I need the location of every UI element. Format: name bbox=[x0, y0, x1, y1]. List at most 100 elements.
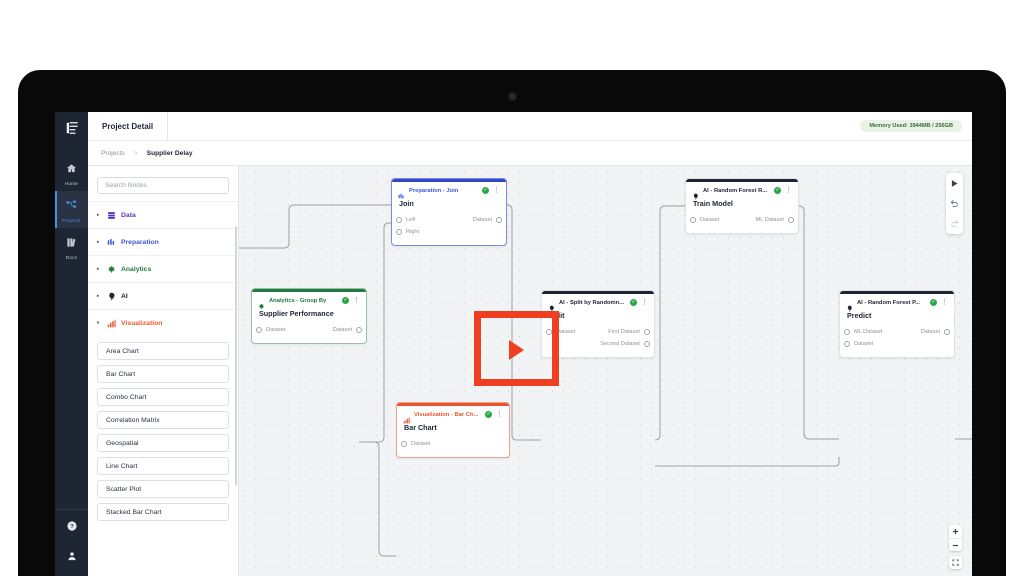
output-port-label: Second Dataset bbox=[600, 341, 640, 347]
palette-node-correlation-matrix[interactable]: Correlation Matrix bbox=[97, 411, 229, 429]
node-menu-button[interactable]: ⋮ bbox=[496, 411, 503, 418]
zoom-group bbox=[949, 525, 962, 551]
search-input[interactable] bbox=[97, 177, 229, 194]
port-row: Dataset Dataset bbox=[256, 324, 362, 336]
input-port-label: Dataset bbox=[854, 341, 874, 347]
palette-scrollbar[interactable] bbox=[234, 226, 237, 486]
node-ports: Left Dataset Right bbox=[392, 214, 506, 245]
breadcrumb: Projects > Supplier Delay bbox=[88, 141, 972, 166]
input-port-dataset[interactable] bbox=[844, 341, 850, 347]
palette-node-scatter-plot[interactable]: Scatter Plot bbox=[97, 480, 229, 498]
memory-status-badge: Memory Used: 3944MB / 256GB bbox=[860, 120, 962, 132]
node-menu-button[interactable]: ⋮ bbox=[941, 299, 948, 306]
palette-node-bar-chart[interactable]: Bar Chart bbox=[97, 365, 229, 383]
run-button[interactable] bbox=[949, 178, 960, 189]
rail-bottom-group: ? bbox=[55, 509, 88, 576]
output-port-dataset[interactable] bbox=[944, 329, 950, 335]
palette-node-combo-chart[interactable]: Combo Chart bbox=[97, 388, 229, 406]
sidebar-item-home[interactable]: Home bbox=[55, 154, 88, 191]
node-menu-button[interactable]: ⋮ bbox=[353, 297, 360, 304]
output-port-ml-dataset[interactable] bbox=[788, 217, 794, 223]
palette-node-label: Bar Chart bbox=[106, 370, 136, 378]
workflow-node-supplier-performance[interactable]: Analytics - Group By ✓ ⋮ Supplier Perfor… bbox=[251, 288, 367, 344]
user-icon[interactable] bbox=[67, 548, 77, 566]
webcam-icon bbox=[507, 92, 517, 101]
palette-category-data[interactable]: ▸ Data bbox=[88, 201, 238, 228]
input-port-dataset[interactable] bbox=[256, 327, 262, 333]
workflow-node-join[interactable]: Preparation - Join ✓ ⋮ Join Left Dataset… bbox=[391, 178, 507, 246]
fit-to-screen-button[interactable] bbox=[949, 556, 962, 569]
palette-node-label: Stacked Bar Chart bbox=[106, 508, 162, 516]
node-menu-button[interactable]: ⋮ bbox=[493, 187, 500, 194]
play-triangle-icon bbox=[509, 340, 524, 360]
palette-category-ai[interactable]: ▸ AI bbox=[88, 282, 238, 309]
node-ports: Dataset Dataset bbox=[252, 324, 366, 343]
category-list: ▸ Data ▸ Preparation ▸ Analytics ▸ AI ▾ Visualiza… bbox=[88, 201, 238, 576]
output-port-first-dataset[interactable] bbox=[644, 329, 650, 335]
connection-wires bbox=[239, 204, 972, 557]
columns-icon bbox=[398, 187, 405, 199]
bars-icon bbox=[403, 411, 410, 424]
chevron-right-icon[interactable]: ▸ bbox=[97, 293, 102, 299]
workflow-node-train-model[interactable]: AI - Random Forest R... ✓ ⋮ Train Model … bbox=[685, 178, 799, 234]
node-ports: Dataset bbox=[397, 438, 509, 457]
memory-badge-wrap: Memory Used: 3944MB / 256GB bbox=[860, 112, 972, 140]
palette-category-visualization[interactable]: ▾ Visualization bbox=[88, 309, 238, 336]
top-bar: Project Detail Memory Used: 3944MB / 256… bbox=[88, 112, 972, 141]
output-port-second-dataset[interactable] bbox=[644, 341, 650, 347]
sidebar-item-projects[interactable]: Projects bbox=[55, 191, 88, 228]
workflow-node-bar-chart[interactable]: Visualization - Bar Ch... ✓ ⋮ Bar Chart … bbox=[396, 402, 510, 458]
output-port-dataset[interactable] bbox=[356, 327, 362, 333]
input-port-ml-dataset[interactable] bbox=[844, 329, 850, 335]
workflow-canvas[interactable]: Preparation - Join ✓ ⋮ Join Left Dataset… bbox=[239, 166, 972, 576]
node-title: Supplier Performance bbox=[259, 309, 334, 318]
node-header: AI - Split by Randomn... ✓ ⋮ bbox=[542, 294, 654, 312]
input-port-label: Left bbox=[406, 217, 416, 223]
canvas-run-toolbar bbox=[946, 173, 963, 234]
input-port-dataset[interactable] bbox=[690, 217, 696, 223]
tab-project-detail[interactable]: Project Detail bbox=[88, 112, 169, 140]
annotation-highlight-box bbox=[474, 311, 559, 386]
palette-node-label: Geospatial bbox=[106, 439, 139, 447]
palette-category-label: Analytics bbox=[121, 265, 152, 273]
node-menu-button[interactable]: ⋮ bbox=[785, 187, 792, 194]
input-port-label: ML Dataset bbox=[854, 329, 883, 335]
palette-category-label: Visualization bbox=[121, 319, 163, 327]
workflow-node-predict[interactable]: AI - Random Forest P... ✓ ⋮ Predict ML D… bbox=[839, 290, 955, 358]
breadcrumb-projects[interactable]: Projects bbox=[101, 150, 125, 157]
output-port-dataset[interactable] bbox=[496, 217, 502, 223]
palette-node-line-chart[interactable]: Line Chart bbox=[97, 457, 229, 475]
chevron-right-icon[interactable]: ▸ bbox=[97, 266, 102, 272]
palette-node-label: Correlation Matrix bbox=[106, 416, 160, 424]
chevron-right-icon[interactable]: ▸ bbox=[97, 212, 102, 218]
sidebar-item-docs[interactable]: Docs bbox=[55, 228, 88, 265]
bars-icon bbox=[107, 319, 116, 328]
zoom-in-button[interactable] bbox=[949, 525, 962, 538]
palette-node-list: Area Chart Bar Chart Combo Chart Correlatio… bbox=[88, 336, 238, 521]
input-port-dataset[interactable] bbox=[401, 441, 407, 447]
app-logo-icon[interactable] bbox=[65, 121, 79, 140]
zoom-out-button[interactable] bbox=[949, 538, 962, 551]
help-icon[interactable]: ? bbox=[66, 518, 77, 536]
chevron-right-icon[interactable]: ▸ bbox=[97, 239, 102, 245]
palette-node-stacked-bar-chart[interactable]: Stacked Bar Chart bbox=[97, 503, 229, 521]
palette-category-analytics[interactable]: ▸ Analytics bbox=[88, 255, 238, 282]
palette-node-area-chart[interactable]: Area Chart bbox=[97, 342, 229, 360]
input-port-left[interactable] bbox=[396, 217, 402, 223]
screen: Home Projects Docs ? Project Detail Memo… bbox=[55, 112, 972, 576]
node-title: Join bbox=[399, 199, 414, 208]
svg-text:?: ? bbox=[70, 524, 74, 530]
port-row: ML Dataset Dataset bbox=[844, 326, 950, 338]
breadcrumb-current: Supplier Delay bbox=[146, 149, 193, 157]
undo-button[interactable] bbox=[949, 198, 960, 209]
port-row: Second Dataset bbox=[549, 338, 650, 350]
chevron-down-icon[interactable]: ▾ bbox=[97, 320, 102, 326]
node-menu-button[interactable]: ⋮ bbox=[641, 299, 648, 306]
port-row: Dataset ML Dataset bbox=[690, 214, 794, 226]
laptop-frame: Home Projects Docs ? Project Detail Memo… bbox=[18, 70, 1006, 576]
input-port-label: Dataset bbox=[266, 327, 286, 333]
palette-category-preparation[interactable]: ▸ Preparation bbox=[88, 228, 238, 255]
input-port-right[interactable] bbox=[396, 229, 402, 235]
palette-node-geospatial[interactable]: Geospatial bbox=[97, 434, 229, 452]
